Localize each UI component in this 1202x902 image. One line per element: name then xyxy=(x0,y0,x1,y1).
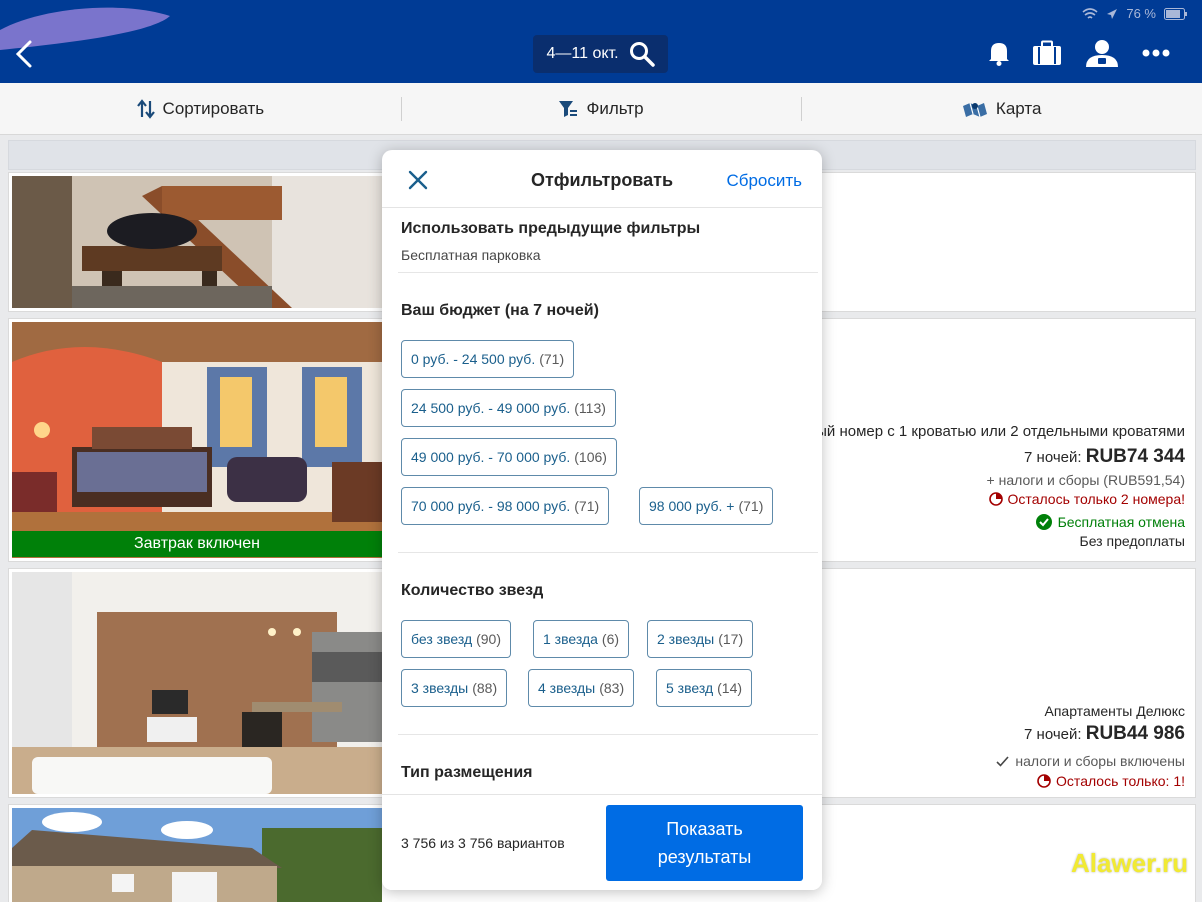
search-icon xyxy=(629,42,655,67)
stars-chip[interactable]: без звезд (90) xyxy=(401,620,512,658)
breakfast-badge: Завтрак включен xyxy=(12,531,382,557)
budget-title: Ваш бюджет (на 7 ночей) xyxy=(401,302,599,319)
stars-chip[interactable]: 4 звезды (83) xyxy=(528,669,635,707)
price: RUB74 344 xyxy=(1085,446,1185,467)
tab-filter[interactable]: Фильтр xyxy=(400,83,802,134)
offer-details: ый номер с 1 кроватью или 2 отдельными к… xyxy=(816,423,1185,549)
filter-icon xyxy=(559,100,578,117)
account-icon[interactable] xyxy=(1084,38,1120,68)
location-icon xyxy=(1107,8,1118,19)
reset-button[interactable]: Сбросить xyxy=(726,171,802,191)
bell-icon[interactable] xyxy=(988,40,1010,66)
back-arrow-icon[interactable] xyxy=(10,36,40,72)
tab-map-label: Карта xyxy=(995,98,1042,118)
accommodation-title: Тип размещения xyxy=(401,764,533,781)
wifi-icon xyxy=(1082,7,1098,19)
tab-sort-label: Сортировать xyxy=(162,98,265,118)
property-photo xyxy=(12,572,382,794)
filter-modal: Отфильтровать Сбросить Использовать пред… xyxy=(382,150,822,890)
status-bar: 76 % xyxy=(1082,6,1188,21)
nights-label: 7 ночей: xyxy=(1024,726,1082,743)
tab-filter-label: Фильтр xyxy=(586,98,644,118)
budget-chip[interactable]: 98 000 руб. + (71) xyxy=(639,487,774,525)
show-results-button[interactable]: Показать результаты xyxy=(606,805,803,881)
clock-alert-icon xyxy=(988,492,1003,506)
property-photo xyxy=(12,808,382,902)
room-type: ый номер с 1 кроватью или 2 отдельными к… xyxy=(816,423,1185,440)
more-options-icon[interactable] xyxy=(1142,49,1170,57)
budget-chip[interactable]: 24 500 руб. - 49 000 руб. (113) xyxy=(401,389,616,427)
check-icon xyxy=(996,755,1009,767)
filter-modal-footer: 3 756 из 3 756 вариантов Показать резуль… xyxy=(382,794,822,890)
price-line: 7 ночей: RUB44 986 xyxy=(996,723,1185,745)
budget-chip[interactable]: 0 руб. - 24 500 руб. (71) xyxy=(401,340,575,378)
scarcity-note: Осталось только: 1! xyxy=(996,773,1185,789)
date-range: 4—11 окт. xyxy=(546,45,619,62)
briefcase-icon[interactable] xyxy=(1032,40,1062,66)
show-results-line1: Показать xyxy=(666,819,743,839)
free-cancellation: Бесплатная отмена xyxy=(816,514,1185,530)
budget-chip[interactable]: 49 000 руб. - 70 000 руб. (106) xyxy=(401,438,617,476)
offer-details: Апартаменты Делюкс 7 ночей: RUB44 986 на… xyxy=(996,703,1185,789)
clock-alert-icon xyxy=(1037,774,1051,788)
battery-icon xyxy=(1164,7,1187,20)
stars-chip[interactable]: 5 звезд (14) xyxy=(656,669,753,707)
scarcity-note: Осталось только 2 номера! xyxy=(816,491,1185,507)
map-icon xyxy=(962,102,987,117)
sort-filter-map-bar: Сортировать Фильтр Карта xyxy=(0,83,1202,135)
previous-filters-subtitle: Бесплатная парковка xyxy=(401,247,541,263)
budget-chip[interactable]: 70 000 руб. - 98 000 руб. (71) xyxy=(401,487,610,525)
filter-modal-header: Отфильтровать Сбросить xyxy=(382,150,822,208)
sort-icon xyxy=(136,98,155,119)
price-line: 7 ночей: RUB74 344 xyxy=(816,446,1185,468)
tab-map[interactable]: Карта xyxy=(801,83,1202,134)
nights-label: 7 ночей: xyxy=(1024,449,1082,466)
watermark: Alawer.ru xyxy=(1070,848,1188,878)
room-type: Апартаменты Делюкс xyxy=(1044,703,1186,719)
scarcity-text: Осталось только 2 номера! xyxy=(1007,491,1185,507)
tab-sort[interactable]: Сортировать xyxy=(0,83,401,134)
stars-chip[interactable]: 1 звезда (6) xyxy=(533,620,630,658)
divider xyxy=(398,272,818,273)
scarcity-text: Осталось только: 1! xyxy=(1056,773,1185,789)
results-count: 3 756 из 3 756 вариантов xyxy=(401,835,565,851)
no-prepayment: Без предоплаты xyxy=(1079,533,1185,549)
app-header: 76 % 4—11 окт. xyxy=(0,0,1202,83)
free-cancellation-text: Бесплатная отмена xyxy=(1057,514,1185,530)
show-results-line2: результаты xyxy=(657,847,752,867)
property-photo xyxy=(12,176,382,308)
stars-chip[interactable]: 3 звезды (88) xyxy=(401,669,508,707)
divider xyxy=(398,552,818,553)
battery-level: 76 % xyxy=(1126,6,1156,21)
taxes-note: налоги и сборы включены xyxy=(996,753,1185,769)
price: RUB44 986 xyxy=(1085,723,1185,744)
property-photo xyxy=(12,322,382,558)
stars-title: Количество звезд xyxy=(401,582,544,599)
taxes-text: налоги и сборы включены xyxy=(1015,753,1185,769)
previous-filters-title[interactable]: Использовать предыдущие фильтры xyxy=(401,220,700,238)
date-search-button[interactable]: 4—11 окт. xyxy=(533,35,668,73)
taxes-note: + налоги и сборы (RUB591,54) xyxy=(986,472,1185,488)
divider xyxy=(398,734,818,735)
check-circle-icon xyxy=(1035,514,1052,530)
stars-chip[interactable]: 2 звезды (17) xyxy=(647,620,754,658)
